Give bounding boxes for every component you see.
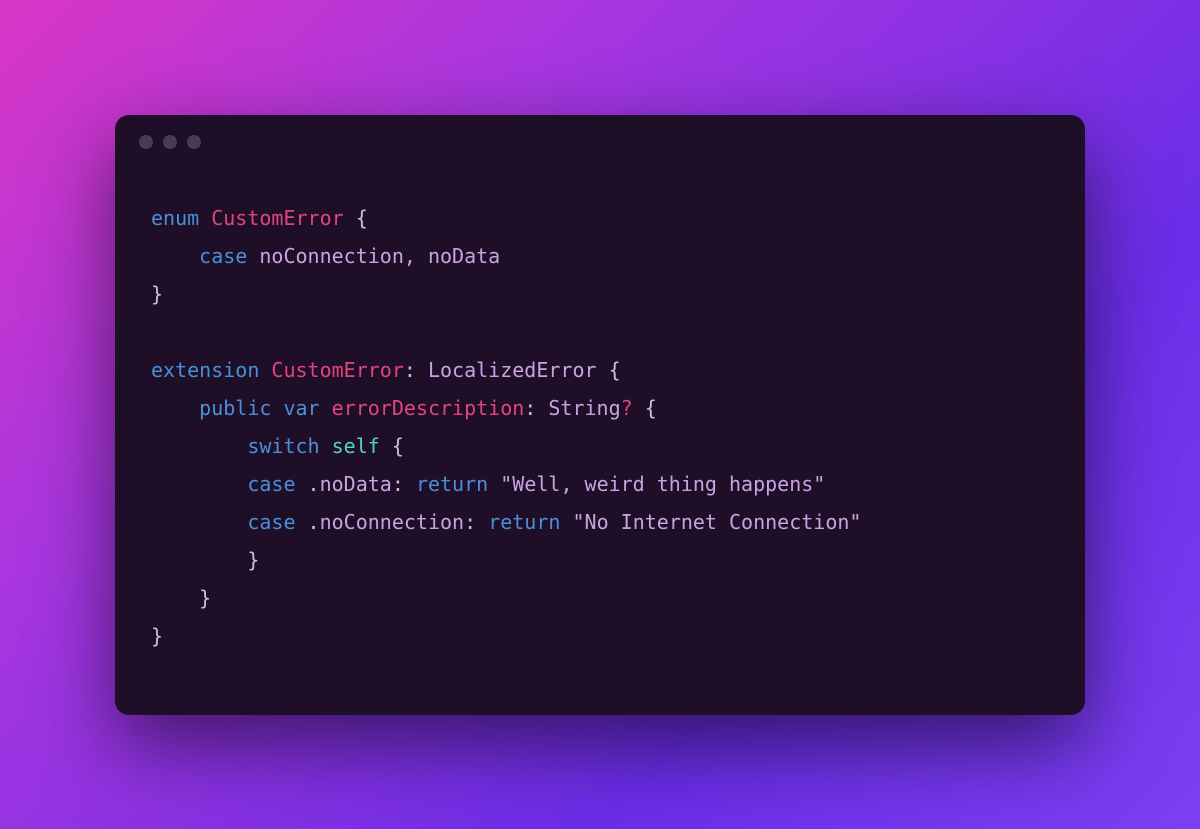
traffic-light-close-icon[interactable] xyxy=(139,135,153,149)
code-line: } xyxy=(151,624,163,648)
code-line: public var errorDescription: String? { xyxy=(151,396,657,420)
code-line: } xyxy=(151,548,259,572)
code-line: switch self { xyxy=(151,434,404,458)
traffic-light-minimize-icon[interactable] xyxy=(163,135,177,149)
code-line: case noConnection, noData xyxy=(151,244,500,268)
traffic-light-zoom-icon[interactable] xyxy=(187,135,201,149)
code-line: } xyxy=(151,282,163,306)
window-titlebar xyxy=(115,115,1085,149)
code-block: enum CustomError { case noConnection, no… xyxy=(115,149,1085,715)
code-line: } xyxy=(151,586,211,610)
code-line: extension CustomError: LocalizedError { xyxy=(151,358,621,382)
code-window: enum CustomError { case noConnection, no… xyxy=(115,115,1085,715)
code-line: case .noConnection: return "No Internet … xyxy=(151,510,861,534)
code-line: enum CustomError { xyxy=(151,206,368,230)
code-line: case .noData: return "Well, weird thing … xyxy=(151,472,825,496)
